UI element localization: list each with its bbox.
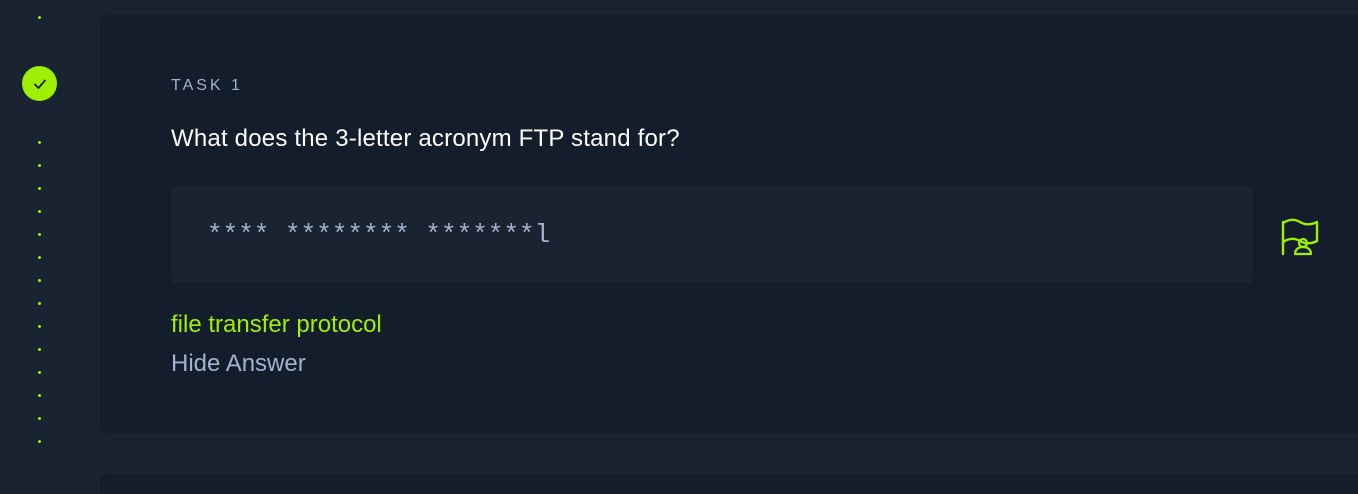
task-question: What does the 3-letter acronym FTP stand…	[171, 125, 680, 152]
timeline-dot	[38, 417, 41, 420]
timeline-dot	[38, 16, 41, 19]
timeline-dot	[38, 394, 41, 397]
task-label: TASK 1	[171, 77, 243, 94]
timeline-dot	[38, 325, 41, 328]
timeline-dot	[38, 302, 41, 305]
task-complete-badge	[22, 66, 57, 101]
task-card: TASK 1 What does the 3-letter acronym FT…	[100, 15, 1358, 433]
submit-flag-button[interactable]	[1278, 215, 1322, 257]
timeline-dot	[38, 210, 41, 213]
next-task-card	[100, 474, 1358, 494]
task-timeline	[0, 0, 80, 482]
timeline-dot	[38, 256, 41, 259]
timeline-dot	[38, 141, 41, 144]
timeline-dot	[38, 164, 41, 167]
timeline-dot	[38, 187, 41, 190]
flag-icon	[1281, 218, 1319, 256]
answer-mask: **** ******** *******l	[207, 220, 551, 250]
timeline-dot	[38, 371, 41, 374]
timeline-dot	[38, 440, 41, 443]
timeline-dot	[38, 233, 41, 236]
timeline-dot	[38, 279, 41, 282]
hide-answer-button[interactable]: Hide Answer	[171, 350, 306, 378]
revealed-answer: file transfer protocol	[171, 311, 382, 338]
answer-input[interactable]: **** ******** *******l	[171, 186, 1253, 283]
timeline-dot	[38, 348, 41, 351]
check-icon	[33, 79, 46, 89]
